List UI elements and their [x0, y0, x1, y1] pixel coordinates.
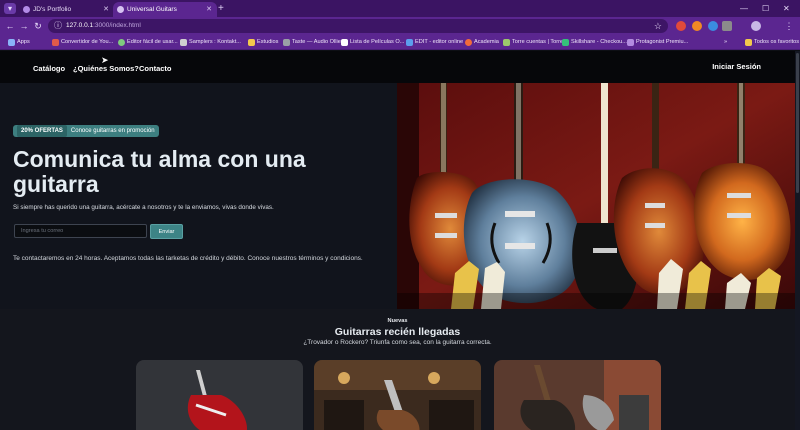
bookmark-favicon-icon	[406, 39, 413, 46]
tab-search-icon[interactable]: ▾	[4, 3, 16, 14]
login-link[interactable]: Iniciar Sesión	[712, 62, 761, 71]
hero-section: 20% OFERTAS Conoce guitarras en promoción…	[0, 83, 800, 309]
tab-universal-guitars[interactable]: Universal Guitars ✕	[113, 2, 217, 17]
product-card[interactable]	[136, 360, 303, 430]
apps-grid-icon	[8, 39, 15, 46]
mouse-cursor-icon: ➤	[101, 55, 109, 65]
page-scrollbar[interactable]	[795, 51, 800, 430]
bookmark-favicon-icon	[627, 39, 634, 46]
bookmark-favicon-icon	[341, 39, 348, 46]
bookmark-item[interactable]: Samplers : Kontakt...	[180, 35, 241, 50]
section-subtitle: ¿Trovador o Rockero? Triunfa como sea, c…	[303, 339, 492, 346]
product-card[interactable]	[494, 360, 661, 430]
bookmark-item[interactable]: Academia	[465, 35, 499, 50]
product-image	[314, 360, 481, 430]
new-tab-icon[interactable]: +	[218, 2, 224, 15]
hero-title: Comunica tu alma con una guitarra	[13, 146, 306, 197]
hero-subtitle: Si siempre has querido una guitarra, acé…	[13, 204, 274, 211]
maximize-icon[interactable]: ☐	[762, 2, 769, 15]
site-navbar: Catálogo ¿Quiénes Somos? Contacto Inicia…	[0, 51, 800, 83]
section-title: Guitarras recién llegadas	[334, 326, 461, 338]
bookmark-favicon-icon	[562, 39, 569, 46]
tab-portfolio[interactable]: JD's Portfolio ✕	[19, 2, 114, 17]
nav-link-catalog[interactable]: Catálogo	[33, 64, 65, 73]
bookmark-folder[interactable]: Estudios	[248, 35, 278, 50]
nav-link-contact[interactable]: Contacto	[139, 64, 172, 73]
address-toolbar: ← → ↻ ⓘ 127.0.0.1:3000/index.html ☆ ⋮	[0, 17, 800, 35]
bookmark-item[interactable]: EDIT - editor online	[406, 35, 463, 50]
all-bookmarks-folder[interactable]: Todos os favoritos	[745, 35, 799, 50]
bookmark-item[interactable]: Lista de Películas O...	[341, 35, 404, 50]
bookmark-item[interactable]: Taste — Audio Ollie	[283, 35, 341, 50]
extension-icon[interactable]	[708, 21, 718, 31]
bookmark-item[interactable]: Protagonist Premiu...	[627, 35, 688, 50]
minimize-icon[interactable]: —	[740, 2, 748, 15]
extensions-puzzle-icon[interactable]	[722, 21, 732, 31]
bookmark-favicon-icon	[118, 39, 125, 46]
bookmark-apps[interactable]: Apps	[8, 35, 30, 50]
folder-icon	[248, 39, 255, 46]
extension-icon[interactable]	[676, 21, 686, 31]
url-text: 127.0.0.1:3000/index.html	[66, 22, 141, 29]
bookmark-favicon-icon	[503, 39, 510, 46]
bookmarks-bar: Apps Convertidor de You... Editor fácil …	[0, 35, 800, 50]
hero-note: Te contactaremos en 24 horas. Aceptamos …	[13, 255, 363, 262]
bookmark-item[interactable]: Editor fácil de usar...	[118, 35, 178, 50]
promo-badge[interactable]: 20% OFERTAS Conoce guitarras en promoción	[13, 125, 159, 137]
folder-icon	[745, 39, 752, 46]
bookmarks-overflow-icon[interactable]: »	[724, 35, 727, 50]
product-card[interactable]	[314, 360, 481, 430]
extension-icon[interactable]	[692, 21, 702, 31]
close-tab-icon[interactable]: ✕	[206, 2, 212, 17]
promo-text: Conoce guitarras en promoción	[70, 128, 155, 134]
scrollbar-thumb[interactable]	[796, 53, 799, 193]
guitars-hero-image	[397, 83, 795, 309]
reload-icon[interactable]: ↻	[32, 20, 44, 32]
bookmark-favicon-icon	[283, 39, 290, 46]
site-info-icon[interactable]: ⓘ	[54, 20, 62, 31]
bookmark-favicon-icon	[52, 39, 59, 46]
new-arrivals-section: Nuevas Guitarras recién llegadas ¿Trovad…	[0, 309, 795, 430]
tab-title: Universal Guitars	[127, 6, 177, 13]
close-window-icon[interactable]: ✕	[783, 2, 790, 15]
email-input[interactable]	[14, 224, 147, 238]
product-image	[136, 360, 303, 430]
profile-avatar[interactable]	[751, 21, 761, 31]
bookmark-item[interactable]: Torre cuentas | Torre	[503, 35, 563, 50]
bookmark-item[interactable]: Convertidor de You...	[52, 35, 113, 50]
section-eyebrow: Nuevas	[387, 318, 408, 324]
back-icon[interactable]: ←	[4, 20, 16, 32]
product-image	[494, 360, 661, 430]
bookmark-item[interactable]: Skillshare - Checkou...	[562, 35, 627, 50]
bookmark-star-icon[interactable]: ☆	[654, 19, 662, 33]
promo-pill: 20% OFERTAS	[17, 125, 67, 137]
tab-favicon-icon	[117, 6, 124, 13]
bookmark-favicon-icon	[465, 39, 472, 46]
send-button[interactable]: Enviar	[150, 224, 183, 239]
tab-favicon-icon	[23, 6, 30, 13]
close-tab-icon[interactable]: ✕	[103, 2, 109, 17]
browser-menu-icon[interactable]: ⋮	[783, 20, 795, 32]
tab-title: JD's Portfolio	[33, 6, 72, 13]
bookmark-favicon-icon	[180, 39, 187, 46]
forward-icon[interactable]: →	[18, 20, 30, 32]
browser-tab-strip: ▾ JD's Portfolio ✕ Universal Guitars ✕ +…	[0, 0, 800, 17]
address-bar[interactable]: ⓘ 127.0.0.1:3000/index.html ☆	[48, 19, 668, 33]
